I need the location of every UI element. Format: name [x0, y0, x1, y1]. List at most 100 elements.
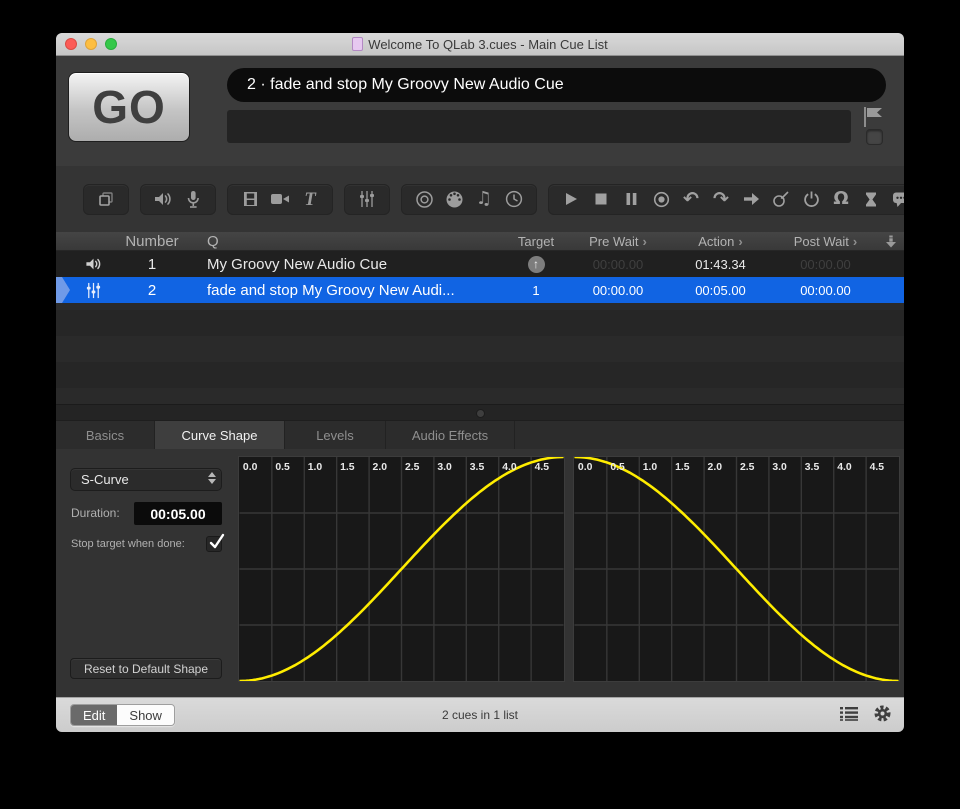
tab-audio-effects[interactable]: Audio Effects	[386, 421, 515, 449]
go-header: GO 2 · fade and stop My Groovy New Audio…	[56, 56, 904, 166]
flag-checkbox[interactable]	[866, 129, 883, 145]
standby-text: 2 · fade and stop My Groovy New Audio Cu…	[247, 76, 564, 93]
column-number[interactable]: Number	[125, 233, 178, 250]
audio-cue-group	[140, 183, 216, 215]
wait-hourglass-icon[interactable]	[859, 188, 883, 210]
column-target[interactable]: Target	[504, 234, 568, 249]
stop-icon[interactable]	[589, 188, 613, 210]
column-action[interactable]: Action ›	[668, 234, 773, 249]
play-icon[interactable]	[559, 188, 583, 210]
mic-cue-icon[interactable]	[181, 188, 205, 210]
cue-target-value: 1	[532, 282, 540, 298]
svg-text:2.0: 2.0	[708, 462, 723, 473]
midi-cue-icon[interactable]	[442, 188, 466, 210]
fade-out-curve-graph[interactable]: 0.0 0.5 1.0 1.5 2.0 2.5 3.0 3.5 4.0 4.5	[573, 456, 900, 682]
column-pre-wait[interactable]: Pre Wait ›	[568, 234, 668, 249]
notes-field[interactable]	[227, 110, 851, 143]
svg-text:4.0: 4.0	[502, 462, 517, 473]
cue-list-header: Number Q Target Pre Wait › Action › Post W…	[56, 232, 904, 251]
splitter-handle-icon[interactable]	[476, 409, 485, 418]
resume-icon[interactable]	[739, 188, 763, 210]
curve-type-dropdown[interactable]: S-Curve	[70, 468, 222, 491]
video-cue-group: T	[227, 183, 333, 215]
svg-text:4.0: 4.0	[837, 462, 852, 473]
fade-cue-group	[344, 183, 390, 215]
stepper-arrows-icon	[208, 472, 216, 484]
camera-cue-icon[interactable]	[268, 188, 292, 210]
svg-text:0.5: 0.5	[610, 462, 625, 473]
cue-number: 1	[147, 255, 157, 273]
column-q[interactable]: Q	[174, 233, 504, 250]
audio-cue-icon[interactable]	[151, 188, 175, 210]
pane-splitter[interactable]	[56, 404, 904, 421]
cue-row-2-selected[interactable]: 2 fade and stop My Groovy New Audi... 1 …	[56, 277, 904, 303]
midi-file-cue-icon[interactable]: ♫	[472, 188, 496, 210]
zoom-button[interactable]	[105, 38, 117, 50]
go-button[interactable]: GO	[68, 72, 190, 142]
transport-group: ↶ ↷ Ω	[548, 183, 904, 215]
minimize-button[interactable]	[85, 38, 97, 50]
chevron-right-icon: ›	[738, 233, 743, 249]
pre-wait-value: 00:00.00	[592, 256, 644, 272]
cue-target-icon: ↑	[504, 255, 568, 273]
record-icon[interactable]	[649, 188, 673, 210]
reset-default-shape-button[interactable]: Reset to Default Shape	[70, 658, 222, 679]
window-title: Welcome To QLab 3.cues - Main Cue List	[368, 36, 608, 52]
standby-display[interactable]: 2 · fade and stop My Groovy New Audio Cu…	[227, 68, 886, 102]
control-cue-group: ♫	[401, 183, 537, 215]
svg-text:0.0: 0.0	[243, 462, 258, 473]
svg-text:3.5: 3.5	[805, 462, 820, 473]
osc-cue-icon[interactable]	[412, 188, 436, 210]
edit-show-toggle: Edit Show	[70, 704, 175, 726]
group-cue-icon[interactable]	[94, 188, 118, 210]
load-target-icon[interactable]	[769, 188, 793, 210]
post-wait-value: 00:00.00	[800, 282, 851, 298]
power-icon[interactable]	[799, 188, 823, 210]
stop-target-label: Stop target when done:	[71, 538, 185, 550]
up-arrow-badge-icon: ↑	[527, 255, 545, 273]
curve-graphs: 0.0 0.5 1.0 1.5 2.0 2.5 3.0 3.5 4.0 4.5 0.0 0.5 1.0…	[238, 456, 900, 682]
traffic-lights	[65, 38, 117, 50]
svg-text:1.0: 1.0	[643, 462, 658, 473]
curve-shape-panel: S-Curve Duration: 00:05.00 Stop target w…	[56, 449, 904, 697]
post-wait-value: 00:00.00	[800, 256, 851, 272]
qlab-main-window: Welcome To QLab 3.cues - Main Cue List G…	[56, 33, 904, 732]
notes-bubble-icon[interactable]	[889, 188, 904, 210]
cue-count-status: 2 cues in 1 list	[441, 707, 519, 722]
svg-text:3.0: 3.0	[772, 462, 787, 473]
timecode-cue-icon[interactable]	[502, 188, 526, 210]
pause-icon[interactable]	[619, 188, 643, 210]
column-post-wait[interactable]: Post Wait ›	[773, 234, 878, 249]
stop-target-checkbox[interactable]	[206, 533, 225, 552]
panic-icon[interactable]: Ω	[829, 188, 853, 210]
title-bar[interactable]: Welcome To QLab 3.cues - Main Cue List	[56, 33, 904, 56]
playhead-marker	[56, 277, 70, 303]
show-mode-button[interactable]: Show	[117, 705, 174, 725]
cue-row-1[interactable]: 1 My Groovy New Audio Cue ↑ 00:00.00 01:…	[56, 251, 904, 277]
duration-field[interactable]: 00:05.00	[134, 502, 222, 525]
cue-name: My Groovy New Audio Cue	[207, 255, 388, 273]
sort-down-arrow-icon[interactable]	[878, 235, 904, 248]
tab-curve-shape[interactable]: Curve Shape	[155, 421, 285, 449]
svg-text:4.5: 4.5	[870, 462, 885, 473]
undo-icon[interactable]: ↶	[679, 188, 703, 210]
tab-levels[interactable]: Levels	[285, 421, 386, 449]
close-button[interactable]	[65, 38, 77, 50]
redo-icon[interactable]: ↷	[709, 188, 733, 210]
settings-gear-icon[interactable]	[873, 704, 892, 728]
curve-type-value: S-Curve	[81, 472, 129, 487]
toolbar: T ♫ ↶ ↷ Ω	[56, 166, 904, 232]
text-cue-icon[interactable]: T	[298, 188, 322, 210]
svg-text:1.5: 1.5	[675, 462, 690, 473]
svg-text:1.0: 1.0	[308, 462, 323, 473]
fade-in-curve-graph[interactable]: 0.0 0.5 1.0 1.5 2.0 2.5 3.0 3.5 4.0 4.5	[238, 456, 565, 682]
tab-basics[interactable]: Basics	[56, 421, 155, 449]
edit-mode-button[interactable]: Edit	[71, 705, 118, 725]
action-value: 00:05.00	[695, 282, 746, 298]
group-cue-group	[83, 183, 129, 215]
video-cue-icon[interactable]	[238, 188, 262, 210]
cue-lists-icon[interactable]	[839, 706, 859, 727]
fade-cue-icon[interactable]	[355, 188, 379, 210]
cue-name: fade and stop My Groovy New Audi...	[207, 281, 455, 299]
svg-text:2.0: 2.0	[373, 462, 388, 473]
